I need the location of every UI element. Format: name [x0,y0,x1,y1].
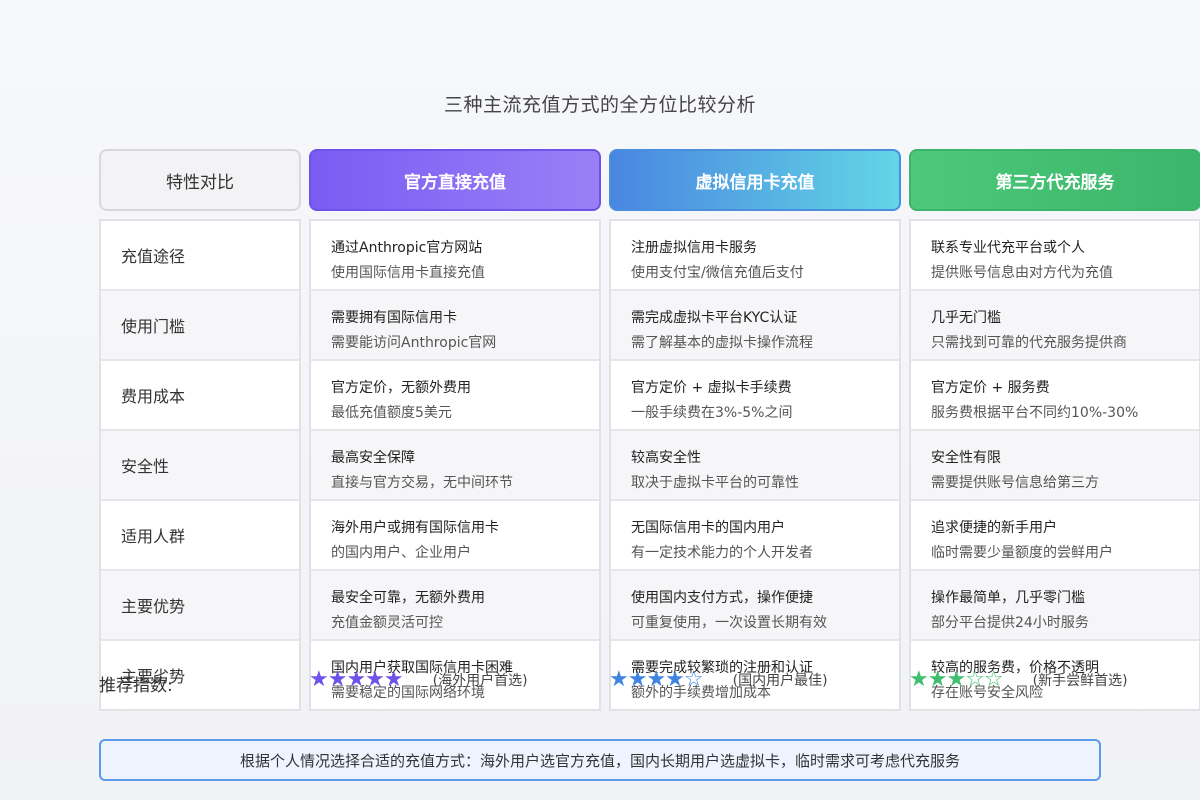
feature-label: 安全性 [121,457,170,476]
official-rating: ★★★★★ (海外用户首选) [309,669,528,691]
official-primary-text: 通过Anthropic官方网站 [331,240,483,256]
official-secondary-text: 充值金额灵活可控 [331,615,443,631]
feature-label: 适用人群 [121,527,186,546]
feature-label: 使用门槛 [121,317,186,336]
third-cell: 安全性有限需要提供账号信息给第三方 [911,431,1199,501]
virtual-primary-text: 注册虚拟信用卡服务 [631,240,757,256]
feature-cell: 使用门槛 [101,291,299,361]
header-official-recharge: 官方直接充值 [309,149,601,211]
virtual-cell: 较高安全性取决于虚拟卡平台的可靠性 [611,431,899,501]
official-rating-note: (海外用户首选) [432,673,528,689]
virtual-primary-text: 无国际信用卡的国内用户 [631,520,785,536]
virtual-secondary-text: 有一定技术能力的个人开发者 [631,545,813,561]
virtual-column: 注册虚拟信用卡服务 使用支付宝/微信充值后支付 需完成虚拟卡平台KYC认证 需了解基本… [609,219,901,711]
official-cell: 最高安全保障直接与官方交易，无中间环节 [311,431,599,501]
third-rating-note: (新手尝鲜首选) [1032,673,1128,689]
virtual-cell: 需完成虚拟卡平台KYC认证 需了解基本的虚拟卡操作流程 [611,291,899,361]
third-cell: 联系专业代充平台或个人提供账号信息由对方代为充值 [911,221,1199,291]
third-primary-text: 安全性有限 [931,450,1001,466]
third-primary-text: 官方定价 + 服务费 [931,380,1050,396]
feature-label: 费用成本 [121,387,186,406]
third-secondary-text: 提供账号信息由对方代为充值 [931,265,1113,281]
third-secondary-text: 需要提供账号信息给第三方 [931,475,1099,491]
feature-label: 充值途径 [121,247,186,266]
virtual-cell: 使用国内支付方式，操作便捷 可重复使用，一次设置长期有效 [611,571,899,641]
third-cell: 操作最简单，几乎零门槛 部分平台提供24小时服务 [911,571,1199,641]
header-third-party-service: 第三方代充服务 [909,149,1200,211]
official-rating-stars: ★★★★★ [309,667,404,692]
third-column: 联系专业代充平台或个人提供账号信息由对方代为充值 几乎无门槛只需找到可靠的代充服务… [909,219,1200,711]
third-secondary-text: 只需找到可靠的代充服务提供商 [931,335,1127,351]
third-secondary-text: 临时需要少量额度的尝鲜用户 [931,545,1113,561]
header-feature: 特性对比 [99,149,301,211]
virtual-secondary-text: 可重复使用，一次设置长期有效 [631,615,827,631]
virtual-rating-note: (国内用户最佳) [732,673,828,689]
virtual-primary-text: 较高安全性 [631,450,701,466]
official-primary-text: 最高安全保障 [331,450,415,466]
comparison-page: 三种主流充值方式的全方位比较分析 特性对比 官方直接充值 虚拟信用卡充值 第三方… [0,0,1200,800]
virtual-secondary-text: 取决于虚拟卡平台的可靠性 [631,475,799,491]
official-primary-text: 最安全可靠，无额外费用 [331,590,485,606]
third-secondary-text: 部分平台提供24小时服务 [931,615,1089,631]
header-virtual-card-recharge: 虚拟信用卡充值 [609,149,901,211]
third-primary-text: 操作最简单，几乎零门槛 [931,590,1085,606]
official-cell: 通过Anthropic官方网站 使用国际信用卡直接充值 [311,221,599,291]
third-secondary-text: 服务费根据平台不同约10%-30% [931,405,1139,421]
official-primary-text: 海外用户或拥有国际信用卡 [331,520,499,536]
official-primary-text: 需要拥有国际信用卡 [331,310,457,326]
official-secondary-text: 使用国际信用卡直接充值 [331,265,485,281]
official-cell: 需要拥有国际信用卡需要能访问Anthropic官网 [311,291,599,361]
third-primary-text: 联系专业代充平台或个人 [931,240,1085,256]
virtual-cell: 无国际信用卡的国内用户有一定技术能力的个人开发者 [611,501,899,571]
virtual-rating: ★★★★☆ (国内用户最佳) [609,669,828,691]
official-column: 通过Anthropic官方网站 使用国际信用卡直接充值 需要拥有国际信用卡 需要能访问… [309,219,601,711]
virtual-primary-text: 使用国内支付方式，操作便捷 [631,590,813,606]
feature-cell: 充值途径 [101,221,299,291]
official-primary-text: 官方定价，无额外费用 [331,380,471,396]
virtual-cell: 注册虚拟信用卡服务使用支付宝/微信充值后支付 [611,221,899,291]
virtual-secondary-text: 需了解基本的虚拟卡操作流程 [631,335,813,351]
virtual-secondary-text: 一般手续费在3%-5%之间 [631,405,793,421]
official-secondary-text: 直接与官方交易，无中间环节 [331,475,513,491]
virtual-rating-stars: ★★★★☆ [609,667,704,692]
third-primary-text: 几乎无门槛 [931,310,1001,326]
third-rating: ★★★☆☆ (新手尝鲜首选) [909,669,1128,691]
summary-banner: 根据个人情况选择合适的充值方式：海外用户选官方充值，国内长期用户选虚拟卡，临时需… [99,739,1101,781]
official-secondary-text: 需要能访问Anthropic官网 [331,335,497,351]
virtual-primary-text: 官方定价 + 虚拟卡手续费 [631,380,792,396]
page-title: 三种主流充值方式的全方位比较分析 [443,94,756,116]
third-cell: 追求便捷的新手用户临时需要少量额度的尝鲜用户 [911,501,1199,571]
official-cell: 官方定价，无额外费用 最低充值额度5美元 [311,361,599,431]
official-cell: 最安全可靠，无额外费用 充值金额灵活可控 [311,571,599,641]
third-cell: 官方定价 + 服务费服务费根据平台不同约10%-30% [911,361,1199,431]
feature-column: 充值途径 使用门槛 费用成本 安全性 适用人群 主要优势 主要劣势 [99,219,301,711]
virtual-primary-text: 需完成虚拟卡平台KYC认证 [631,310,798,326]
official-secondary-text: 的国内用户、企业用户 [331,545,471,561]
feature-cell: 费用成本 [101,361,299,431]
feature-cell: 安全性 [101,431,299,501]
recommendation-label: 推荐指数: [99,676,173,696]
feature-cell: 主要优势 [101,571,299,641]
third-rating-stars: ★★★☆☆ [909,667,1004,692]
official-cell: 海外用户或拥有国际信用卡 的国内用户、企业用户 [311,501,599,571]
feature-label: 主要优势 [121,597,186,616]
third-cell: 几乎无门槛只需找到可靠的代充服务提供商 [911,291,1199,361]
third-primary-text: 追求便捷的新手用户 [931,520,1057,536]
virtual-secondary-text: 使用支付宝/微信充值后支付 [631,265,804,281]
official-secondary-text: 最低充值额度5美元 [331,405,452,421]
virtual-cell: 官方定价 + 虚拟卡手续费 一般手续费在3%-5%之间 [611,361,899,431]
feature-cell: 适用人群 [101,501,299,571]
